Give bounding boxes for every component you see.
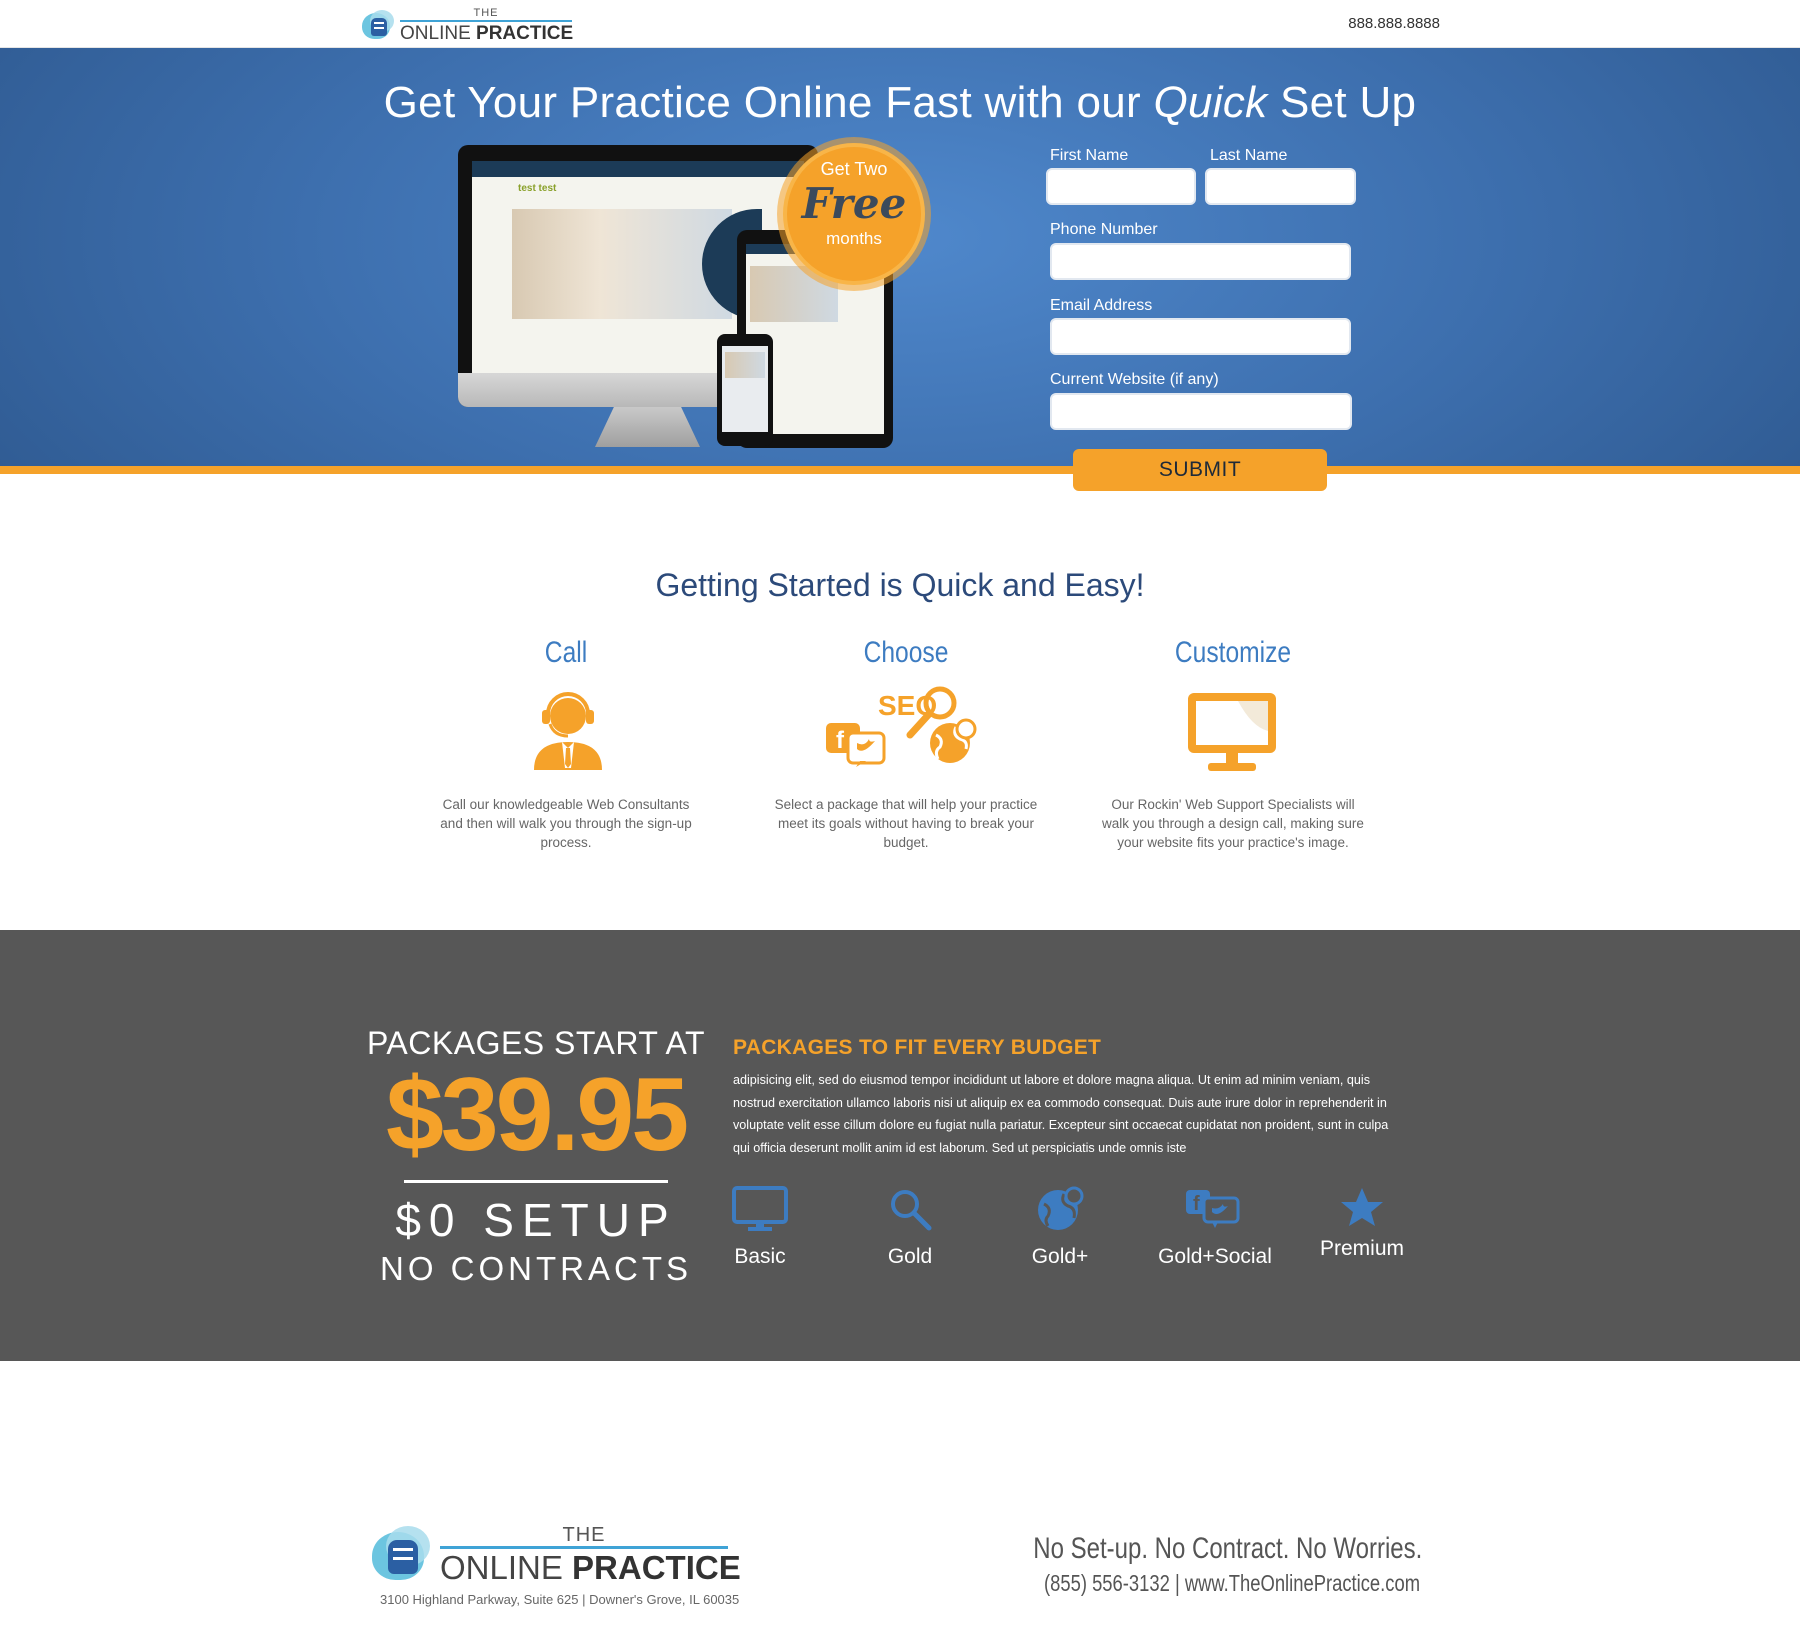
- website-input[interactable]: [1050, 393, 1352, 430]
- step-desc-customize: Our Rockin' Web Support Specialists will…: [1102, 797, 1364, 850]
- tier-gold[interactable]: Gold: [850, 1186, 970, 1269]
- site-header: THE ONLINE PRACTICE 888.888.8888: [0, 0, 1800, 48]
- phone-input[interactable]: [1050, 243, 1351, 280]
- getting-started-title: Getting Started is Quick and Easy!: [655, 567, 1145, 603]
- footer-slogan: No Set-up. No Contract. No Worries.: [1032, 1532, 1422, 1565]
- step-desc-choose: Select a package that will help your pra…: [774, 797, 1038, 850]
- logo-name: ONLINE PRACTICE: [400, 23, 574, 44]
- tier-premium[interactable]: Premium: [1302, 1186, 1422, 1261]
- packages-description: adipisicing elit, sed do eiusmod tempor …: [733, 1073, 1389, 1155]
- seo-social-icon: SEO f: [826, 686, 977, 767]
- svg-text:f: f: [1193, 1193, 1200, 1215]
- star-icon: [1341, 1188, 1383, 1226]
- packages-price: $39.95: [385, 1057, 689, 1173]
- first-name-input[interactable]: [1046, 168, 1196, 205]
- last-name-input[interactable]: [1205, 168, 1356, 205]
- footer-contact[interactable]: (855) 556-3132 | www.TheOnlinePractice.c…: [1044, 1570, 1420, 1597]
- first-name-label: First Name: [1050, 147, 1129, 164]
- search-icon: [891, 1190, 932, 1231]
- step-title-customize: Customize: [1174, 636, 1292, 669]
- phone-label: Phone Number: [1050, 221, 1158, 238]
- tier-label-gold-plus: Gold+: [1031, 1245, 1089, 1268]
- hero-title: Get Your Practice Online Fast with our Q…: [383, 78, 1417, 127]
- globe-icon: [1038, 1186, 1084, 1230]
- tier-label-premium: Premium: [1319, 1237, 1404, 1260]
- packages-setup: $0 SETUP: [395, 1194, 677, 1246]
- logo-the: THE: [400, 8, 572, 22]
- tier-label-gold-social: Gold+Social: [1158, 1245, 1272, 1268]
- tier-label-gold: Gold: [887, 1245, 933, 1268]
- price-divider: [404, 1180, 668, 1183]
- footer-address: 3100 Highland Parkway, Suite 625 | Downe…: [380, 1592, 740, 1607]
- monitor-icon: [1188, 693, 1276, 771]
- headset-user-icon: [534, 692, 602, 770]
- phone-mockup: [717, 334, 773, 446]
- footer-logo-the: THE: [440, 1525, 728, 1549]
- packages-no-contracts: NO CONTRACTS: [380, 1250, 692, 1287]
- step-title-choose: Choose: [863, 636, 949, 669]
- tier-basic[interactable]: Basic: [700, 1186, 820, 1269]
- hero-orange-band: [0, 466, 1800, 474]
- tier-gold-social[interactable]: f Gold+Social: [1155, 1186, 1275, 1269]
- header-phone[interactable]: 888.888.8888: [1348, 15, 1440, 32]
- svg-text:f: f: [836, 727, 845, 754]
- social-icon: f: [1186, 1190, 1240, 1228]
- email-label: Email Address: [1050, 297, 1153, 314]
- free-months-badge: Get Two Free months: [783, 143, 925, 285]
- website-label: Current Website (if any): [1050, 371, 1219, 388]
- tooth-logo-icon: [362, 9, 396, 42]
- tier-label-basic: Basic: [734, 1245, 786, 1268]
- submit-button[interactable]: SUBMIT: [1073, 449, 1327, 491]
- mockup-site-title: test test: [518, 183, 557, 194]
- site-logo[interactable]: THE ONLINE PRACTICE: [362, 8, 573, 43]
- step-desc-call: Call our knowledgeable Web Consultants a…: [440, 797, 692, 850]
- last-name-label: Last Name: [1210, 147, 1288, 164]
- packages-heading: PACKAGES TO FIT EVERY BUDGET: [733, 1036, 1102, 1059]
- monitor-icon: [732, 1186, 788, 1231]
- email-input[interactable]: [1050, 318, 1351, 355]
- step-title-call: Call: [544, 636, 588, 669]
- footer-logo[interactable]: THE ONLINE PRACTICE: [372, 1525, 741, 1584]
- footer-logo-name: ONLINE PRACTICE: [440, 1549, 741, 1586]
- tier-gold-plus[interactable]: Gold+: [1000, 1186, 1120, 1269]
- tooth-logo-icon: [372, 1525, 434, 1584]
